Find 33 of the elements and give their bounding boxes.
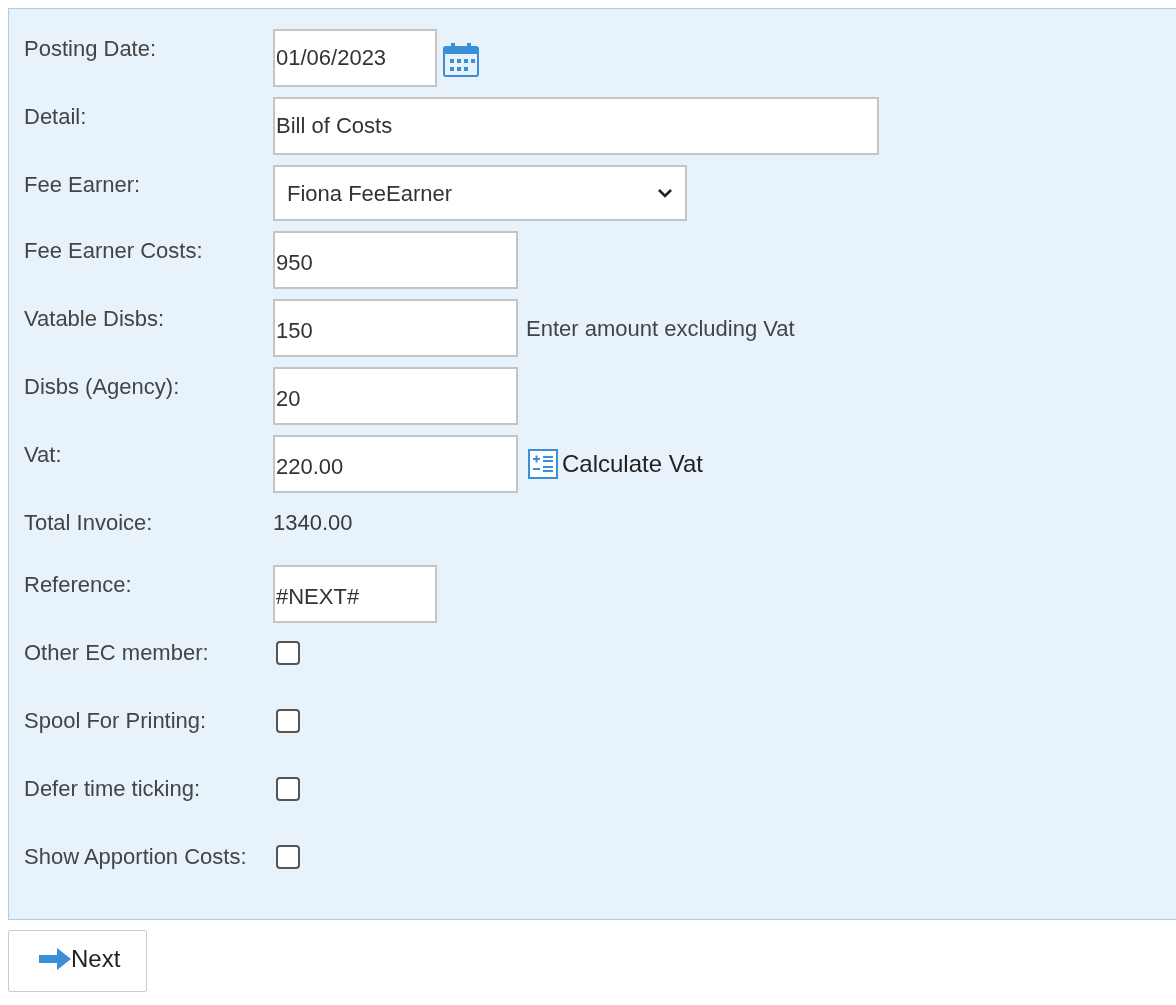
calculator-icon (528, 449, 558, 479)
total-value: 1340.00 (273, 509, 353, 537)
input-field[interactable]: #NEXT# (273, 564, 437, 623)
field-label: Defer time ticking: (24, 774, 202, 803)
input-field[interactable]: 950 (273, 231, 518, 289)
field-label: Spool For Printing: (24, 706, 208, 735)
next-button[interactable]: Next (8, 929, 148, 992)
checkbox[interactable] (276, 640, 300, 665)
field-label: Reference: (24, 570, 133, 599)
chevron-down-icon (657, 188, 673, 198)
input-field[interactable]: 20 (273, 367, 518, 425)
field-label: Detail: (24, 103, 88, 131)
date-field[interactable]: 01/06/2023 (273, 29, 437, 87)
calculate-vat-button[interactable]: Calculate Vat (528, 446, 703, 482)
field-label: Other EC member: (24, 638, 210, 667)
field-label: Posting Date: (24, 35, 158, 63)
field-label: Disbs (Agency): (24, 373, 181, 401)
arrow-right-icon (39, 947, 71, 970)
hint-text: Enter amount excluding Vat (526, 314, 795, 343)
checkbox[interactable] (276, 776, 300, 801)
input-field[interactable]: 220.00 (273, 435, 518, 493)
field-label: Show Apportion Costs: (24, 842, 248, 871)
checkbox[interactable] (276, 844, 300, 869)
field-label: Vat: (24, 441, 63, 469)
dropdown[interactable]: Fiona FeeEarner (273, 165, 687, 221)
calendar-icon[interactable] (443, 43, 479, 77)
input-field[interactable]: Bill of Costs (273, 97, 879, 155)
field-label: Fee Earner: (24, 171, 142, 199)
checkbox[interactable] (276, 708, 300, 733)
field-label: Total Invoice: (24, 509, 154, 537)
input-field[interactable]: 150 (273, 299, 518, 357)
field-label: Vatable Disbs: (24, 305, 166, 333)
field-label: Fee Earner Costs: (24, 237, 204, 265)
